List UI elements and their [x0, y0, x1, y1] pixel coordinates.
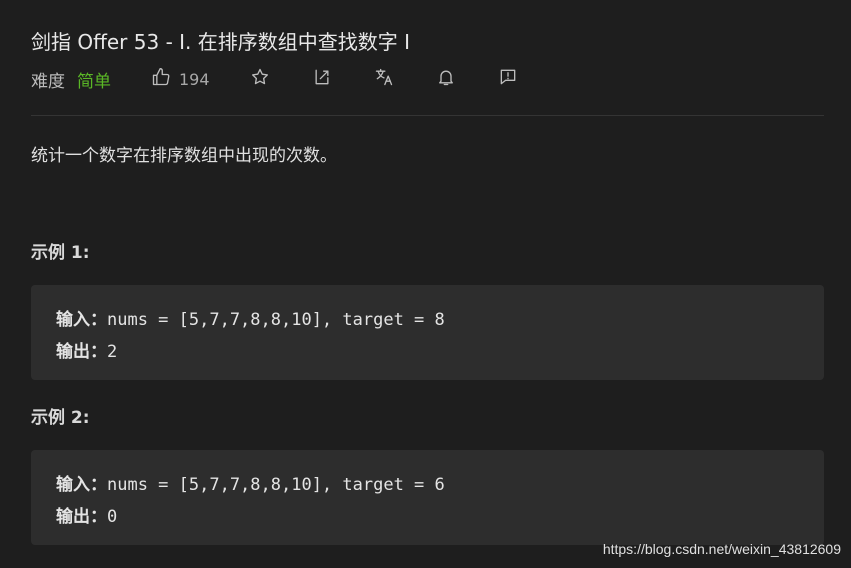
favorite-button[interactable] [250, 67, 270, 92]
notification-button[interactable] [436, 67, 456, 92]
translate-icon [374, 67, 394, 92]
example-2-output: 输出：0 [56, 502, 117, 527]
feedback-button[interactable] [498, 67, 518, 92]
input-label: 输入： [56, 310, 107, 330]
problem-description: 统计一个数字在排序数组中出现的次数。 [31, 146, 337, 166]
feedback-icon [498, 67, 518, 92]
output-label: 输出： [56, 507, 107, 527]
divider [31, 115, 824, 116]
translate-button[interactable] [374, 67, 394, 92]
difficulty-badge: 简单 [77, 71, 111, 92]
example-1-title: 示例 1: [31, 243, 90, 263]
example-1-codebox: 输入：nums = [5,7,7,8,8,10], target = 8 输出：… [31, 285, 824, 380]
output-value: 2 [107, 342, 118, 362]
problem-title: 剑指 Offer 53 - I. 在排序数组中查找数字 I [31, 30, 411, 54]
output-label: 输出： [56, 342, 107, 362]
thumbs-up-icon [151, 67, 171, 92]
problem-toolbar: 难度 简单 194 [31, 66, 518, 92]
example-2-title: 示例 2: [31, 408, 90, 428]
example-1-output: 输出：2 [56, 337, 117, 362]
star-icon [250, 67, 270, 92]
input-value: nums = [5,7,7,8,8,10], target = 8 [107, 310, 445, 330]
output-value: 0 [107, 507, 118, 527]
share-button[interactable] [312, 67, 332, 92]
example-2-codebox: 输入：nums = [5,7,7,8,8,10], target = 6 输出：… [31, 450, 824, 545]
share-icon [312, 67, 332, 92]
bell-icon [436, 67, 456, 92]
example-1-input: 输入：nums = [5,7,7,8,8,10], target = 8 [56, 305, 445, 330]
watermark: https://blog.csdn.net/weixin_43812609 [602, 541, 841, 557]
difficulty-label: 难度 [31, 71, 65, 92]
input-label: 输入： [56, 475, 107, 495]
like-count: 194 [179, 69, 210, 89]
example-2-input: 输入：nums = [5,7,7,8,8,10], target = 6 [56, 470, 445, 495]
input-value: nums = [5,7,7,8,8,10], target = 6 [107, 475, 445, 495]
like-button[interactable]: 194 [151, 67, 210, 92]
